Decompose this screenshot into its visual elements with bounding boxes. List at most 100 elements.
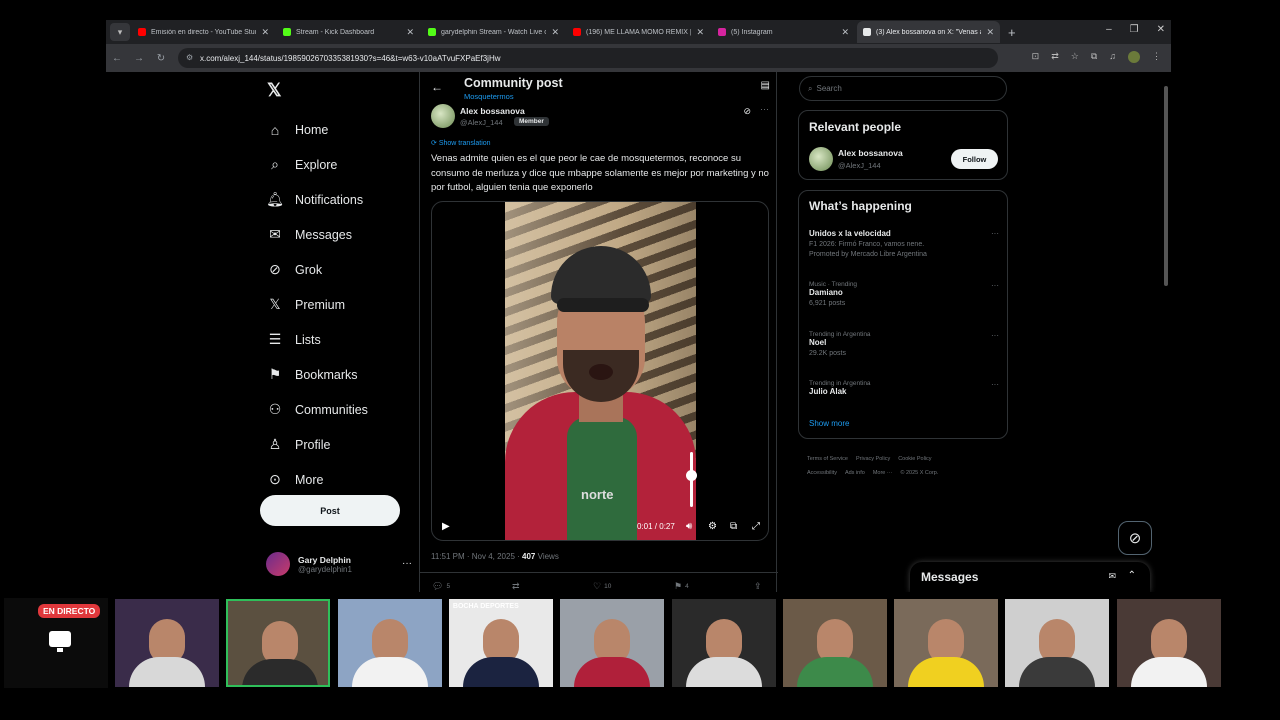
star-icon[interactable]: ☆ — [1071, 51, 1079, 63]
footer-link[interactable]: Cookie Policy — [898, 456, 931, 462]
close-window-button[interactable]: ✕ — [1157, 24, 1165, 35]
footer-link[interactable]: Accessibility — [807, 470, 837, 476]
webcam-tile[interactable] — [1005, 599, 1110, 687]
expand-icon[interactable]: ⌃ — [1128, 570, 1136, 581]
trend-item[interactable]: Unidos x la velocidad F1 2026: Firmó Fran… — [809, 229, 999, 258]
media-icon[interactable]: ♫ — [1109, 51, 1116, 63]
close-icon[interactable]: ✕ — [841, 27, 849, 38]
nav-item-grok[interactable]: ⊘ Grok — [266, 252, 368, 287]
trend-item[interactable]: Trending in Argentina Julio Alak ··· — [809, 380, 999, 396]
messages-drawer[interactable]: Messages ✉ ⌃ — [910, 562, 1150, 592]
webcam-tile[interactable] — [226, 599, 331, 687]
play-icon[interactable]: ▶ — [442, 521, 450, 532]
reload-button[interactable]: ↻ — [150, 53, 172, 64]
forward-button[interactable]: → — [128, 53, 150, 64]
author-avatar[interactable] — [431, 104, 455, 128]
webcam-tile[interactable] — [1116, 599, 1221, 687]
reader-icon[interactable]: ▤ — [761, 80, 770, 91]
reply-button[interactable]: 💬︎ 5 — [432, 581, 450, 592]
back-arrow-icon[interactable]: ← — [431, 80, 443, 94]
close-icon[interactable]: ✕ — [696, 27, 704, 38]
footer-link[interactable]: Ads info — [845, 470, 865, 476]
nav-item-home[interactable]: ⌂ Home — [266, 112, 368, 147]
browser-tab[interactable]: (196) ME LLAMA MOMO REMIX | ... ✕ — [567, 21, 710, 43]
kebab-menu-icon[interactable]: ⋮ — [1152, 51, 1161, 63]
video-frame[interactable]: norte — [505, 202, 696, 540]
nav-item-notifications[interactable]: 🔔︎ Notifications — [266, 182, 368, 217]
browser-tab[interactable]: (5) Instagram ✕ — [712, 21, 855, 43]
browser-tab[interactable]: Emisión en directo - YouTube Studio ✕ — [132, 21, 275, 43]
post-timestamp[interactable]: 11:51 PM · Nov 4, 2025 · — [431, 552, 520, 561]
author-handle[interactable]: @AlexJ_144 — [460, 118, 503, 127]
scrollbar-thumb[interactable] — [1164, 86, 1168, 286]
url-bar[interactable]: ⚙ x.com/alexj_144/status/198590267033538… — [178, 48, 998, 68]
more-icon[interactable]: ··· — [991, 281, 999, 290]
community-link[interactable]: Mosquetermos — [464, 92, 514, 101]
popout-icon[interactable]: ⧉ — [730, 521, 737, 532]
more-icon[interactable]: ··· — [991, 380, 999, 389]
translate-icon[interactable]: ⇄ — [1051, 51, 1059, 63]
back-button[interactable]: ← — [106, 53, 128, 64]
nav-item-bookmarks[interactable]: ⚑ Bookmarks — [266, 357, 368, 392]
video-player[interactable]: norte ▶ 0:01 / 0:27 🔊︎ ⚙ ⧉ ⤢ — [431, 201, 769, 541]
close-icon[interactable]: ✕ — [551, 27, 559, 38]
webcam-tile[interactable] — [337, 599, 442, 687]
repost-button[interactable]: ⇄ — [512, 581, 520, 592]
search-input[interactable]: ⌕ Search — [799, 76, 1007, 101]
footer-link[interactable]: Terms of Service — [807, 456, 848, 462]
person-name[interactable]: Alex bossanova — [838, 148, 903, 158]
webcam-tile[interactable] — [894, 599, 999, 687]
avatar[interactable] — [809, 147, 833, 171]
show-more-link[interactable]: Show more — [809, 419, 849, 428]
webcam-tile[interactable] — [560, 599, 665, 687]
extensions-icon[interactable]: ⧉ — [1091, 51, 1097, 63]
person-handle[interactable]: @AlexJ_144 — [838, 161, 881, 170]
more-icon[interactable]: ··· — [991, 331, 999, 340]
more-icon[interactable]: ··· — [760, 104, 769, 114]
volume-slider-handle[interactable] — [686, 469, 697, 481]
browser-tab[interactable]: garydelphin Stream - Watch Live on Kick ✕ — [422, 21, 565, 43]
nav-item-more[interactable]: ⊙ More — [266, 462, 368, 497]
webcam-tile[interactable] — [115, 599, 219, 687]
page-scrollbar[interactable] — [1163, 72, 1169, 592]
nav-item-lists[interactable]: ☰ Lists — [266, 322, 368, 357]
webcam-tile[interactable] — [782, 599, 887, 687]
more-icon[interactable]: ··· — [991, 229, 999, 238]
nav-item-profile[interactable]: ♙ Profile — [266, 427, 368, 462]
close-icon[interactable]: ✕ — [406, 27, 414, 38]
tab-search-button[interactable]: ▾ — [110, 23, 130, 41]
nav-item-communities[interactable]: ⚇ Communities — [266, 392, 368, 427]
fullscreen-icon[interactable]: ⤢ — [752, 521, 760, 532]
post-button[interactable]: Post — [260, 495, 400, 526]
footer-link[interactable]: Privacy Policy — [856, 456, 890, 462]
nav-item-premium[interactable]: 𝕏 Premium — [266, 287, 368, 322]
settings-icon[interactable]: ⚙ — [708, 521, 717, 532]
browser-tab[interactable]: Stream - Kick Dashboard ✕ — [277, 21, 420, 43]
webcam-tile[interactable]: BOCHA DEPORTES — [448, 599, 553, 687]
grok-icon[interactable]: ⊘ — [743, 106, 751, 117]
author-name[interactable]: Alex bossanova — [460, 106, 525, 116]
close-icon[interactable]: ✕ — [986, 27, 994, 38]
bookmark-button[interactable]: ⚑ 4 — [674, 581, 689, 592]
webcam-tile[interactable] — [671, 599, 776, 687]
footer-link[interactable]: © 2025 X Corp. — [900, 470, 938, 476]
install-icon[interactable]: ⊡ — [1032, 51, 1040, 63]
nav-item-messages[interactable]: ✉ Messages — [266, 217, 368, 252]
browser-tab[interactable]: (3) Alex bossanova on X: "Venas admite..… — [857, 21, 1000, 43]
profile-avatar-icon[interactable] — [1128, 51, 1140, 63]
like-button[interactable]: ♡ 10 — [593, 581, 611, 592]
new-message-icon[interactable]: ✉ — [1108, 571, 1116, 582]
grok-float-button[interactable]: ⊘ — [1118, 521, 1152, 555]
volume-icon[interactable]: 🔊︎ — [686, 521, 692, 532]
nav-item-explore[interactable]: ⌕ Explore — [266, 147, 368, 182]
site-info-icon[interactable]: ⚙ — [186, 53, 193, 62]
trend-item[interactable]: Trending in Argentina Noel 29.2K posts ··· — [809, 331, 999, 357]
footer-link[interactable]: More ··· — [873, 470, 893, 476]
new-tab-button[interactable]: + — [1008, 25, 1016, 40]
share-button[interactable]: ⇪ — [754, 581, 762, 592]
x-logo-icon[interactable]: 𝕏 — [267, 80, 282, 101]
trend-item[interactable]: Music · Trending Damiano 6,921 posts ··· — [809, 281, 999, 307]
minimize-button[interactable]: – — [1106, 24, 1112, 35]
close-icon[interactable]: ✕ — [261, 27, 269, 38]
show-translation-link[interactable]: ⟳ Show translation — [431, 139, 491, 147]
